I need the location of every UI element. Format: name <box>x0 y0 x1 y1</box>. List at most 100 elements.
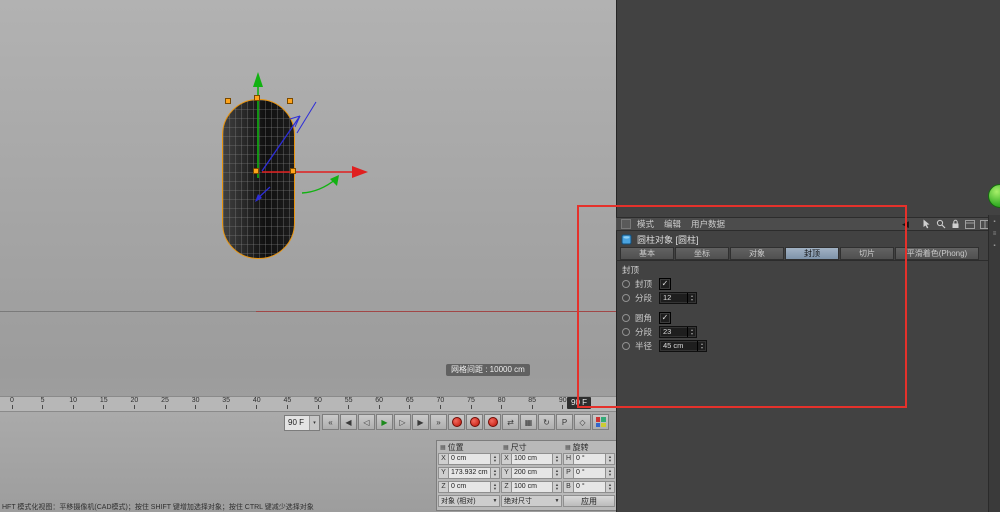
dropdown-caret-icon: ▼ <box>554 498 560 504</box>
spinner[interactable]: ▲ ▼ <box>491 467 500 479</box>
timeline-tick-65[interactable]: 65 <box>399 397 421 409</box>
timeline-tick-50[interactable]: 50 <box>307 397 329 409</box>
record-scale-toggle[interactable]: ▦ <box>520 414 537 430</box>
coord-field-Z[interactable]: Z 100 cm ▲ ▼ <box>501 481 562 493</box>
goto-start-button[interactable]: « <box>322 414 339 430</box>
coord-value[interactable]: 0 cm <box>448 481 491 493</box>
timeline-tick-45[interactable]: 45 <box>276 397 298 409</box>
record-position-toggle[interactable]: ⇄ <box>502 414 519 430</box>
previous-key-button[interactable]: ◀ <box>340 414 357 430</box>
coord-field-Y[interactable]: Y 173.932 cm ▲ ▼ <box>438 467 500 479</box>
tick-label: 85 <box>528 397 537 404</box>
coord-value[interactable]: 100 cm <box>511 481 553 493</box>
spinner[interactable]: ▲ ▼ <box>606 467 615 479</box>
timeline-tick-30[interactable]: 30 <box>185 397 207 409</box>
timeline-tick-5[interactable]: 5 <box>32 397 54 409</box>
coord-value[interactable]: 173.932 cm <box>448 467 491 479</box>
spinner[interactable]: ▲ ▼ <box>491 481 500 493</box>
coord-field-X[interactable]: X0 cm ▲ ▼ <box>438 453 500 465</box>
tick-label: 55 <box>344 397 353 404</box>
annotation-rectangle <box>577 205 907 408</box>
timeline-tick-20[interactable]: 20 <box>123 397 145 409</box>
coord-value[interactable]: 200 cm <box>511 467 553 479</box>
record-keyframe-button[interactable] <box>448 414 465 430</box>
timeline-tick-15[interactable]: 15 <box>93 397 115 409</box>
record-scale-toggle-icon: ▦ <box>524 417 533 427</box>
axis-label: Y <box>501 467 511 479</box>
search-icon[interactable] <box>936 219 946 229</box>
record-parameter-toggle[interactable]: P <box>556 414 573 430</box>
previous-frame-button[interactable]: ◁ <box>358 414 375 430</box>
coordinate-mode-dropdown[interactable]: 对象 (相对) ▼ <box>438 495 500 507</box>
coord-field-X[interactable]: X 100 cm ▲ ▼ <box>501 453 562 465</box>
coord-field-B[interactable]: B0 ° ▲ ▼ <box>563 481 615 493</box>
spinner[interactable]: ▲ ▼ <box>606 481 615 493</box>
spinner[interactable]: ▲ ▼ <box>553 467 562 479</box>
selection-handle[interactable] <box>225 98 231 104</box>
frame-number-value[interactable]: 90 F <box>285 416 309 430</box>
pick-cursor-icon[interactable] <box>922 219 931 229</box>
timeline-tick-80[interactable]: 80 <box>491 397 513 409</box>
timeline-tick-55[interactable]: 55 <box>338 397 360 409</box>
play-button[interactable]: ▶ <box>376 414 393 430</box>
coord-value[interactable]: 100 cm <box>511 453 553 465</box>
timeline-tick-75[interactable]: 75 <box>460 397 482 409</box>
coord-field-Y[interactable]: Y 200 cm ▲ ▼ <box>501 467 562 479</box>
coord-field-H[interactable]: H0 ° ▲ ▼ <box>563 453 615 465</box>
coord-field-Z[interactable]: Z0 cm ▲ ▼ <box>438 481 500 493</box>
apply-button[interactable]: 应用 <box>563 495 615 507</box>
timeline-tick-40[interactable]: 40 <box>246 397 268 409</box>
tick-mark <box>195 405 197 409</box>
tick-mark <box>11 405 13 409</box>
color-grid-icon <box>595 417 606 427</box>
tab-phong[interactable]: 平滑着色(Phong) <box>895 247 979 260</box>
coord-value[interactable]: 0 ° <box>573 481 606 493</box>
spinner[interactable]: ▲ ▼ <box>491 453 500 465</box>
spinner[interactable]: ▲ ▼ <box>553 453 562 465</box>
timeline-tick-0[interactable]: 0 <box>1 397 23 409</box>
frame-number-field[interactable]: 90 F ▾ <box>284 415 320 431</box>
record-pla-toggle[interactable]: ◇ <box>574 414 591 430</box>
grid-spacing-label: 网格间距 : 10000 cm <box>446 364 530 376</box>
coord-value[interactable]: 0 ° <box>573 453 606 465</box>
tick-label: 5 <box>40 397 45 404</box>
coord-field-P[interactable]: P0 ° ▲ ▼ <box>563 467 615 479</box>
spinner[interactable]: ▲ ▼ <box>606 453 615 465</box>
goto-end-button[interactable]: » <box>430 414 447 430</box>
strip-icon[interactable]: ≡ <box>993 231 997 237</box>
coord-header: ▦ 位置 <box>440 442 464 452</box>
strip-icon[interactable]: ▪ <box>993 243 995 249</box>
next-key-button[interactable]: ▶ <box>412 414 429 430</box>
selection-handle[interactable] <box>287 98 293 104</box>
timeline-tick-85[interactable]: 85 <box>521 397 543 409</box>
size-mode-dropdown[interactable]: 绝对尺寸 ▼ <box>501 495 562 507</box>
next-frame-button[interactable]: ▷ <box>394 414 411 430</box>
coord-value[interactable]: 0 ° <box>573 467 606 479</box>
previous-frame-button-icon: ◁ <box>363 417 370 427</box>
axis-label: H <box>563 453 573 465</box>
record-position-toggle-icon: ⇄ <box>507 417 514 427</box>
content-browser-button[interactable] <box>592 414 609 430</box>
rotation-band[interactable] <box>301 175 339 194</box>
keyframe-selection-button[interactable] <box>484 414 501 430</box>
coord-value[interactable]: 0 cm <box>448 453 491 465</box>
timeline-tick-70[interactable]: 70 <box>429 397 451 409</box>
spinner[interactable]: ▲ ▼ <box>553 481 562 493</box>
selection-handle[interactable] <box>290 168 296 174</box>
panel-layout-icon[interactable] <box>965 219 975 229</box>
timeline-tick-25[interactable]: 25 <box>154 397 176 409</box>
autokeying-button[interactable] <box>466 414 483 430</box>
timeline-tick-60[interactable]: 60 <box>368 397 390 409</box>
strip-icon[interactable]: ▪ <box>993 219 995 225</box>
tick-mark <box>164 405 166 409</box>
timeline-tick-35[interactable]: 35 <box>215 397 237 409</box>
timeline-ruler[interactable]: 0 5 10 15 20 25 30 35 40 45 50 55 60 65 70 75 80 85 90 <box>0 396 616 412</box>
axis-label: Z <box>501 481 511 493</box>
dropdown-caret-icon[interactable]: ▾ <box>309 416 319 430</box>
timeline-tick-10[interactable]: 10 <box>62 397 84 409</box>
selection-handle[interactable] <box>254 95 260 101</box>
capsule-object[interactable] <box>222 99 295 259</box>
record-rotation-toggle[interactable]: ↻ <box>538 414 555 430</box>
axis-origin-handle[interactable] <box>253 168 259 174</box>
lock-icon[interactable] <box>951 219 960 229</box>
